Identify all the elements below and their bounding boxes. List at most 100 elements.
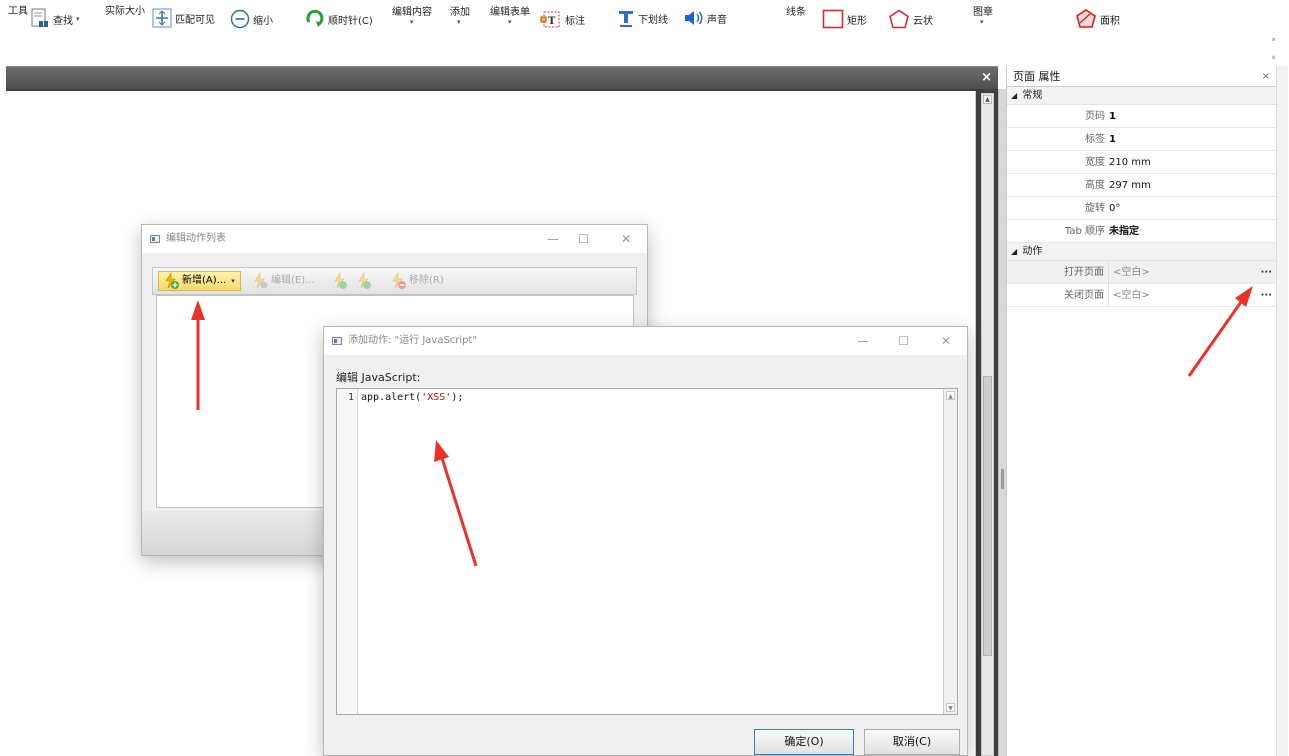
rectangle-button[interactable]: 矩形 bbox=[822, 9, 867, 29]
close-dialog-button[interactable]: ✕ bbox=[621, 225, 631, 253]
line-number-gutter: 1 bbox=[337, 389, 358, 714]
cloud-label: 云状 bbox=[913, 15, 933, 27]
property-key: Tab 顺序 bbox=[1064, 226, 1105, 237]
rectangle-shape-icon bbox=[822, 9, 844, 29]
property-value: 1 bbox=[1109, 111, 1116, 122]
property-row-label[interactable]: 标签 1 bbox=[1007, 128, 1276, 151]
property-value: <空白> bbox=[1113, 267, 1150, 278]
remove-action-label: 移除(R) bbox=[409, 275, 444, 286]
property-value: <空白> bbox=[1113, 290, 1150, 301]
cloud-shape-icon bbox=[889, 9, 909, 29]
underline-button[interactable]: 下划线 bbox=[617, 9, 668, 27]
property-key: 页码 bbox=[1085, 111, 1105, 122]
chevron-down-icon: ▾ bbox=[410, 18, 414, 26]
move-up-action-button[interactable] bbox=[331, 271, 349, 291]
close-panel-button[interactable]: × bbox=[1262, 66, 1270, 87]
property-key: 高度 bbox=[1085, 180, 1105, 191]
splitter-grip[interactable] bbox=[1001, 469, 1004, 489]
fit-visible-button[interactable]: 匹配可见 bbox=[152, 8, 215, 28]
fit-visible-icon bbox=[152, 8, 172, 28]
new-action-button[interactable]: 新增(A)... ▾ bbox=[158, 271, 241, 291]
svg-text:T: T bbox=[548, 16, 556, 27]
property-value: 未指定 bbox=[1109, 226, 1139, 237]
minimize-button[interactable]: — bbox=[547, 225, 559, 253]
property-row-page-number[interactable]: 页码 1 bbox=[1007, 105, 1276, 128]
stamp-button[interactable]: 图章 bbox=[973, 3, 993, 18]
chevron-down-icon: ▾ bbox=[980, 18, 984, 26]
document-vertical-scrollbar[interactable]: ▲ bbox=[981, 93, 994, 756]
edit-javascript-label: 编辑 JavaScript: bbox=[336, 371, 421, 384]
section-actions[interactable]: ◢ 动作 bbox=[1007, 243, 1276, 261]
property-row-height[interactable]: 高度 297 mm bbox=[1007, 174, 1276, 197]
scrollbar-thumb[interactable] bbox=[983, 376, 992, 656]
lightning-add-icon bbox=[165, 272, 179, 289]
close-document-button[interactable]: × bbox=[981, 70, 992, 85]
annotate-label: 标注 bbox=[565, 15, 585, 27]
add-button[interactable]: 添加 bbox=[450, 3, 470, 18]
dialog-title: 添加动作: "运行 JavaScript" bbox=[348, 335, 478, 346]
code-line[interactable]: app.alert('XSS'); bbox=[361, 392, 463, 403]
app-window-icon bbox=[150, 235, 160, 243]
property-value: 297 mm bbox=[1109, 180, 1151, 191]
chevron-down-icon[interactable]: ▾ bbox=[231, 271, 235, 291]
close-dialog-button[interactable]: ✕ bbox=[941, 327, 951, 355]
property-row-width[interactable]: 宽度 210 mm bbox=[1007, 151, 1276, 174]
maximize-button[interactable]: ☐ bbox=[578, 225, 589, 253]
lightning-edit-icon bbox=[254, 272, 268, 289]
close-page-action-more-button[interactable]: ··· bbox=[1261, 284, 1272, 307]
ribbon-collapse-strip: ⌅ ⌅ bbox=[0, 34, 1289, 64]
property-row-rotation[interactable]: 旋转 0° bbox=[1007, 197, 1276, 220]
area-measure-icon bbox=[1076, 9, 1096, 28]
scroll-down-icon[interactable]: ▼ bbox=[946, 703, 955, 712]
edit-content-button[interactable]: 编辑内容 bbox=[392, 3, 432, 18]
property-row-close-page-action[interactable]: 关闭页面 <空白> ··· bbox=[1007, 284, 1276, 307]
ribbon-toolbar: 工具 查找 ▾ 实际大小 匹配可见 缩小 顺时针(C) 编辑内容 ▾ 添加 ▾ … bbox=[0, 0, 1289, 38]
remove-action-button[interactable]: 移除(R) bbox=[389, 271, 444, 291]
open-page-action-more-button[interactable]: ··· bbox=[1261, 261, 1272, 284]
property-value: 210 mm bbox=[1109, 157, 1151, 168]
actual-size-label[interactable]: 实际大小 bbox=[105, 2, 145, 17]
properties-title: 页面 属性 × bbox=[1007, 66, 1276, 87]
document-tab-bar: × bbox=[6, 66, 998, 89]
property-key: 关闭页面 bbox=[1007, 284, 1109, 306]
scroll-up-icon[interactable]: ▲ bbox=[983, 95, 992, 104]
lines-button[interactable]: 线条 bbox=[786, 3, 806, 18]
dialog-title-bar: 添加动作: "运行 JavaScript" — ☐ ✕ bbox=[324, 327, 967, 355]
javascript-code-editor[interactable]: 1 app.alert('XSS'); ▲ ▼ bbox=[336, 388, 958, 715]
property-row-tab-order[interactable]: Tab 顺序 未指定 bbox=[1007, 220, 1276, 243]
chevron-down-icon: ▾ bbox=[457, 18, 461, 26]
edit-form-button[interactable]: 编辑表单 bbox=[490, 3, 530, 18]
collapse-triangle-icon[interactable]: ◢ bbox=[1011, 247, 1017, 256]
new-action-label: 新增(A)... bbox=[182, 275, 227, 286]
minimize-button[interactable]: — bbox=[857, 327, 869, 355]
rotate-clockwise-button[interactable]: 顺时针(C) bbox=[305, 9, 373, 29]
find-button[interactable]: 查找 ▾ bbox=[30, 8, 80, 30]
property-value: 0° bbox=[1109, 203, 1121, 214]
properties-scrollbar[interactable] bbox=[1276, 66, 1288, 756]
cloud-button[interactable]: 云状 bbox=[888, 9, 933, 29]
ok-button[interactable]: 确定(O) bbox=[754, 729, 854, 755]
ribbon-expand-icon[interactable]: ⌅ bbox=[1270, 34, 1277, 43]
editor-scrollbar[interactable]: ▲ ▼ bbox=[943, 389, 957, 714]
ribbon-collapse-icon[interactable]: ⌅ bbox=[1270, 52, 1277, 61]
fit-visible-label: 匹配可见 bbox=[175, 14, 215, 26]
cancel-button[interactable]: 取消(C) bbox=[864, 729, 960, 755]
panel-splitter[interactable] bbox=[998, 89, 1006, 756]
edit-action-label: 编辑(E)... bbox=[271, 275, 315, 286]
move-down-action-button[interactable] bbox=[355, 271, 373, 291]
maximize-button[interactable]: ☐ bbox=[898, 327, 909, 355]
scroll-up-icon[interactable]: ▲ bbox=[946, 391, 955, 400]
tools-group-label: 工具 bbox=[8, 6, 28, 17]
annotate-button[interactable]: T 标注 bbox=[540, 8, 585, 30]
property-row-open-page-action[interactable]: 打开页面 <空白> ··· bbox=[1007, 261, 1276, 284]
code-string-literal: 'XSS' bbox=[421, 392, 452, 403]
section-general[interactable]: ◢ 常规 bbox=[1007, 87, 1276, 105]
pdf-editor-window: 工具 查找 ▾ 实际大小 匹配可见 缩小 顺时针(C) 编辑内容 ▾ 添加 ▾ … bbox=[0, 0, 1289, 756]
area-measure-button[interactable]: 面积 bbox=[1075, 8, 1120, 30]
find-label: 查找 bbox=[53, 15, 73, 27]
collapse-triangle-icon[interactable]: ◢ bbox=[1011, 91, 1017, 100]
zoom-out-button[interactable]: 缩小 bbox=[230, 9, 273, 29]
sound-button[interactable]: 声音 bbox=[684, 9, 727, 27]
property-value: 1 bbox=[1109, 134, 1116, 145]
edit-action-button[interactable]: 编辑(E)... bbox=[251, 271, 315, 291]
